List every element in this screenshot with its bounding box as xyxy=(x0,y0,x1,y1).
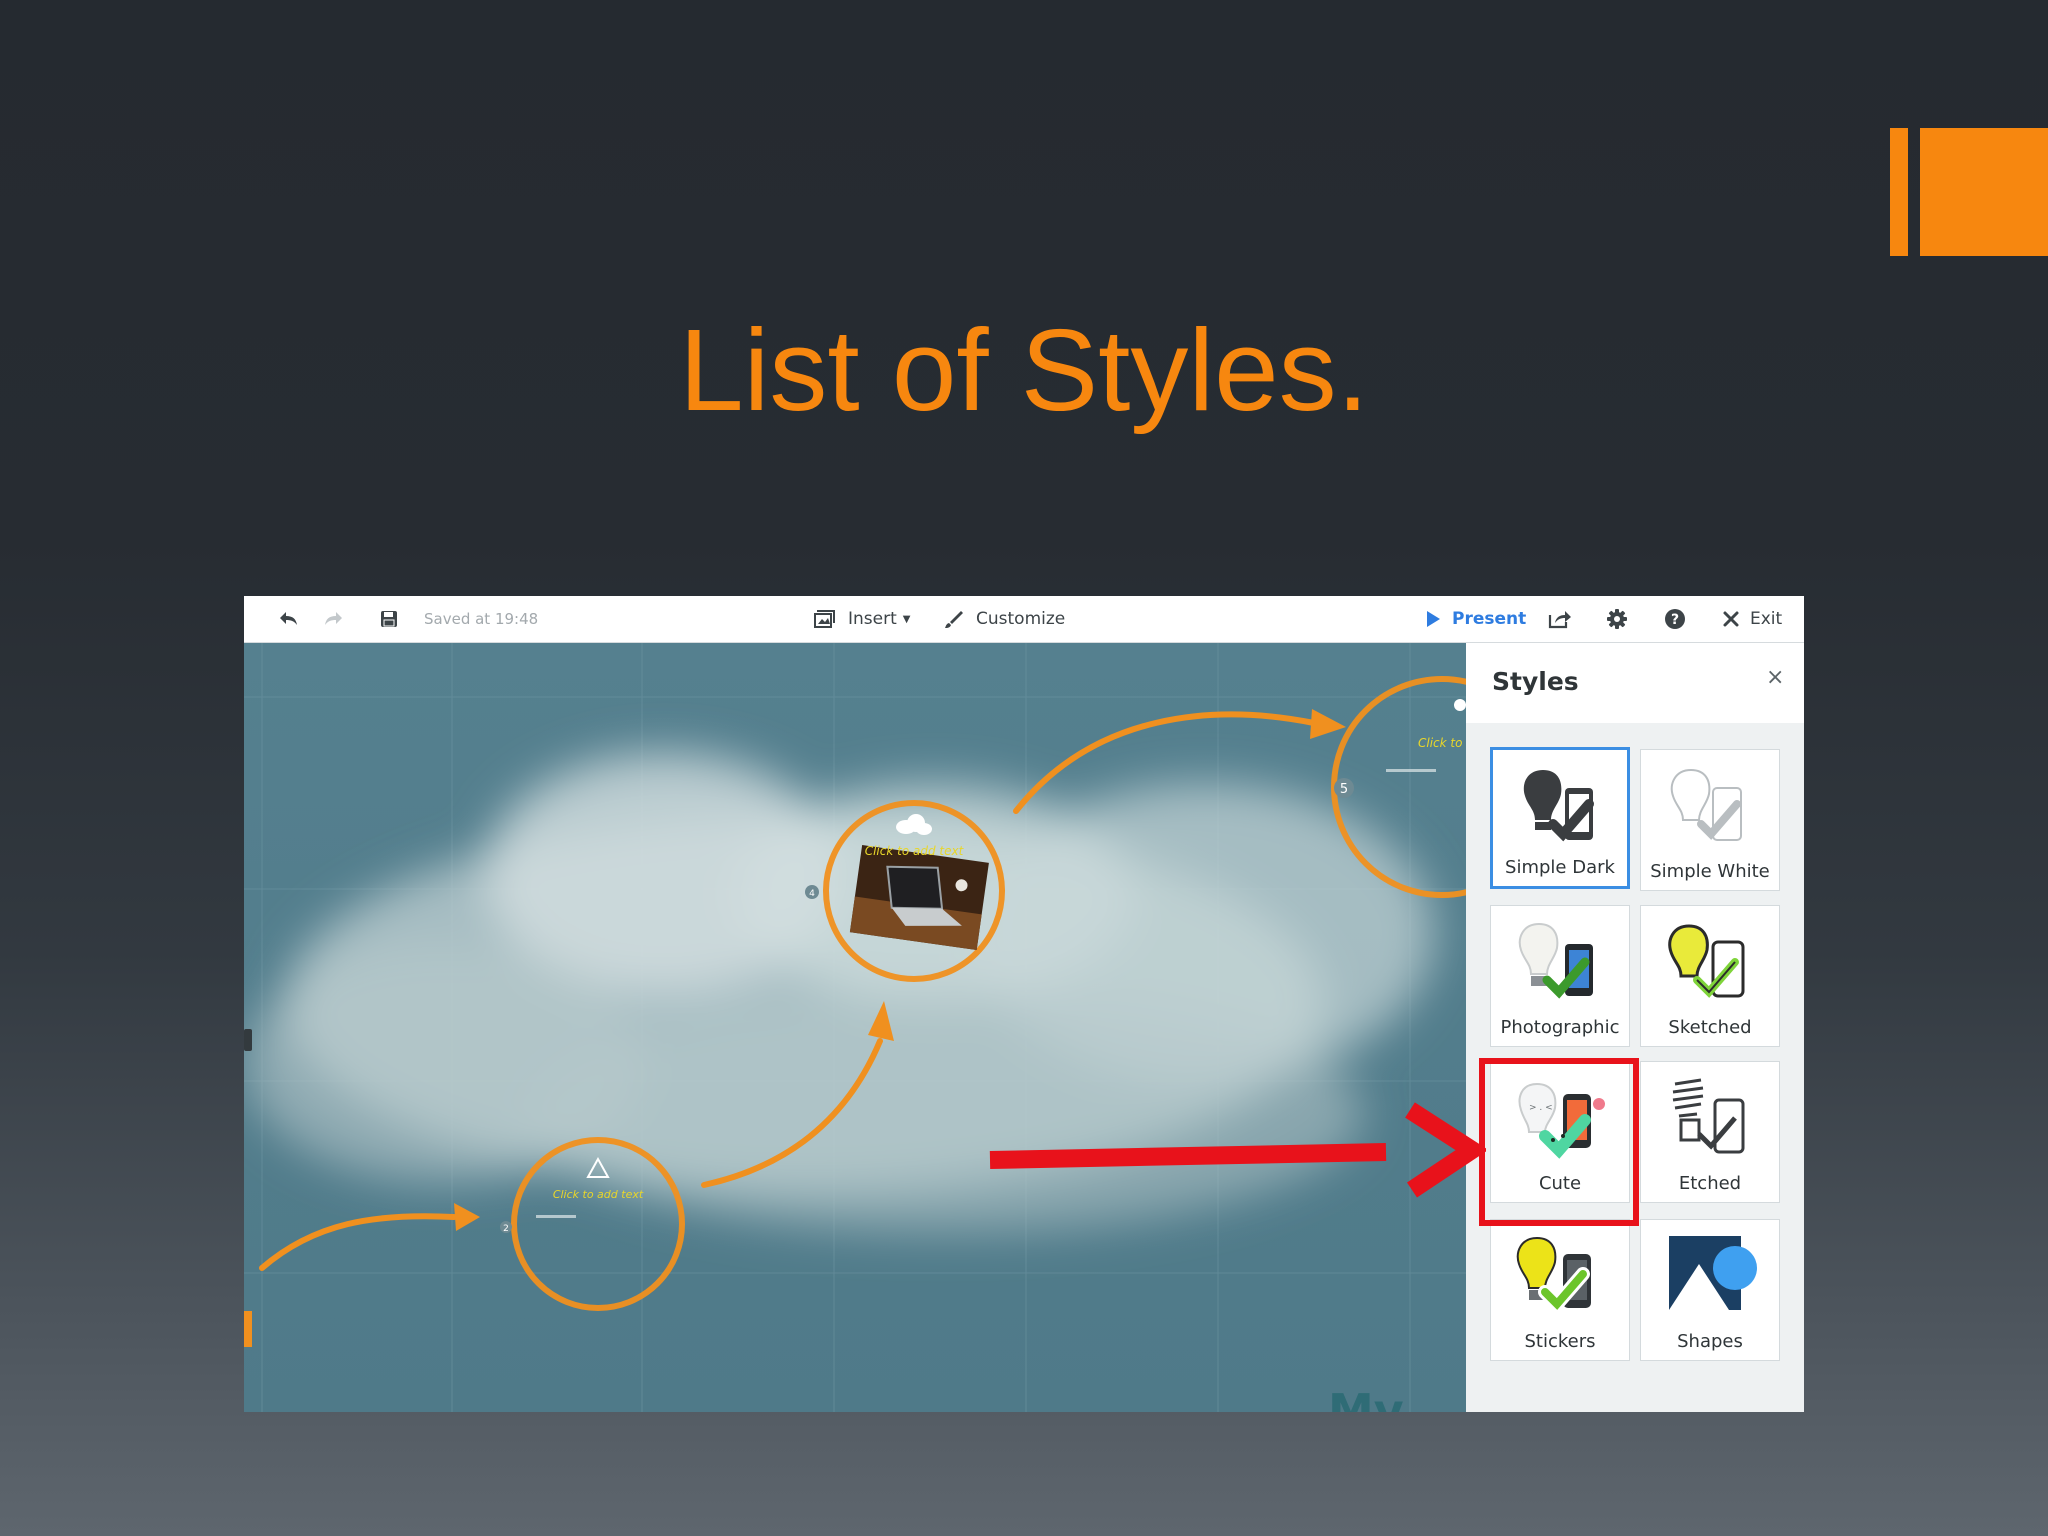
gear-icon xyxy=(1607,609,1627,629)
style-photographic-icon xyxy=(1518,922,1593,999)
style-label: Etched xyxy=(1678,1173,1742,1194)
sun-icon xyxy=(1454,699,1466,711)
redo-button[interactable] xyxy=(322,596,344,642)
laptop-photo xyxy=(849,845,989,950)
share-button[interactable] xyxy=(1548,596,1572,642)
present-label: Present xyxy=(1452,609,1527,629)
help-icon: ? xyxy=(1665,609,1685,629)
close-icon xyxy=(1723,611,1739,627)
style-stickers-icon xyxy=(1516,1236,1591,1315)
undo-button[interactable] xyxy=(278,596,300,642)
style-option-simple-white[interactable]: Simple White xyxy=(1640,749,1780,891)
style-sketched-icon xyxy=(1668,924,1745,998)
style-label: Photographic xyxy=(1500,1017,1620,1038)
customize-label: Customize xyxy=(976,609,1066,629)
topic-placeholder-text: Click to add text xyxy=(553,1188,644,1201)
save-icon xyxy=(381,611,397,627)
play-icon xyxy=(1427,611,1440,627)
style-option-shapes[interactable]: Shapes xyxy=(1640,1219,1780,1361)
undo-icon xyxy=(280,612,297,625)
canvas-corner-title: My xyxy=(1328,1384,1404,1412)
topic-number: 2 xyxy=(503,1224,509,1234)
insert-menu-button[interactable]: Insert ▼ xyxy=(812,596,910,642)
style-simple-dark-icon xyxy=(1523,770,1594,842)
topic-number: 4 xyxy=(809,889,815,899)
style-option-simple-dark[interactable]: Simple Dark xyxy=(1490,747,1630,889)
slide-accent-bar xyxy=(1890,128,1908,256)
present-button[interactable]: Present xyxy=(1424,596,1526,642)
style-option-photographic[interactable]: Photographic xyxy=(1490,905,1630,1047)
annotation-red-arrow xyxy=(989,1102,1486,1198)
styles-panel-header: Styles × xyxy=(1466,643,1804,723)
insert-label: Insert xyxy=(848,609,897,629)
help-button[interactable]: ? xyxy=(1664,596,1686,642)
offscreen-topic-edge xyxy=(244,1311,252,1347)
styles-panel-close-button[interactable]: × xyxy=(1766,665,1784,690)
style-simple-white-icon xyxy=(1670,768,1742,841)
chevron-down-icon: ▼ xyxy=(902,613,911,625)
style-etched-icon xyxy=(1672,1078,1745,1154)
slide-title: List of Styles. xyxy=(679,305,1369,435)
topic-number: 5 xyxy=(1340,782,1348,797)
settings-button[interactable] xyxy=(1606,596,1628,642)
save-button[interactable] xyxy=(380,596,398,642)
style-label: Simple White xyxy=(1650,861,1770,882)
saved-status: Saved at 19:48 xyxy=(424,610,539,628)
app-screenshot: Saved at 19:48 Insert ▼ Customize Presen… xyxy=(244,596,1804,1412)
style-shapes-icon xyxy=(1669,1236,1757,1310)
style-option-stickers[interactable]: Stickers xyxy=(1490,1219,1630,1361)
style-label: Shapes xyxy=(1677,1331,1743,1352)
share-icon xyxy=(1548,611,1571,629)
svg-text:?: ? xyxy=(1671,612,1679,628)
styles-panel-title: Styles xyxy=(1492,667,1579,696)
brush-icon xyxy=(945,611,963,628)
insert-icon xyxy=(814,610,835,628)
annotation-highlight-box xyxy=(1479,1058,1639,1226)
customize-button[interactable]: Customize xyxy=(944,596,1065,642)
redo-icon xyxy=(325,612,342,625)
topic-placeholder-text: Click to add text xyxy=(865,844,965,858)
sidebar-toggle-handle[interactable] xyxy=(244,1029,252,1051)
style-label: Simple Dark xyxy=(1505,857,1615,878)
styles-panel: Styles × Simple Dark Simple White Photog… xyxy=(1466,643,1804,1412)
style-option-etched[interactable]: Etched xyxy=(1640,1061,1780,1203)
presentation-canvas[interactable]: Click to add text 2 Click to add text 4 … xyxy=(244,643,1466,1412)
topic-partial-text: Click to a xyxy=(1418,736,1466,750)
slide-accent-block xyxy=(1920,128,2048,256)
style-label: Sketched xyxy=(1668,1017,1752,1038)
style-option-sketched[interactable]: Sketched xyxy=(1640,905,1780,1047)
editor-toolbar: Saved at 19:48 Insert ▼ Customize Presen… xyxy=(244,596,1804,643)
exit-button[interactable]: Exit xyxy=(1722,596,1782,642)
exit-label: Exit xyxy=(1750,609,1783,629)
style-label: Stickers xyxy=(1524,1331,1596,1352)
